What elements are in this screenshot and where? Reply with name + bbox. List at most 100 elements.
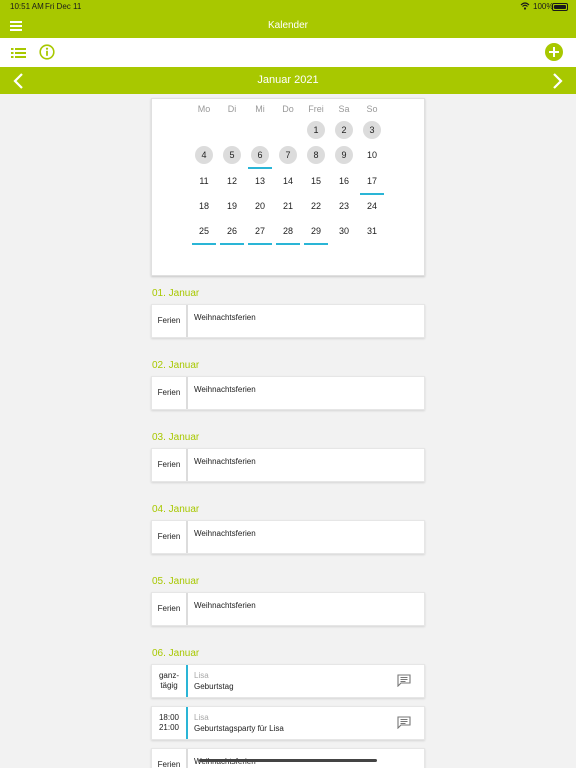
calendar-day[interactable]: 27 [248,222,272,245]
calendar-day[interactable]: 9 [335,146,353,164]
event-card[interactable]: Ferien Weihnachtsferien [151,304,425,338]
calendar-day-number: 26 [226,226,237,236]
calendar-day[interactable]: 12 [223,172,241,190]
event-time: Ferien [152,521,186,553]
calendar-day[interactable]: 26 [220,222,244,245]
calendar-day[interactable]: 2 [335,121,353,139]
calendar-day-number: 1 [313,125,319,135]
calendar-day-number: 12 [226,176,237,186]
calendar-day-number: 10 [366,150,377,160]
event-time-label: Ferien [157,532,181,541]
status-time: 10:51 AM [10,2,44,11]
status-date: Fri Dec 11 [45,2,82,11]
event-color-bar [186,593,188,625]
event-time-line: 21:00 [158,723,180,732]
add-event-icon[interactable] [545,43,563,61]
calendar-day[interactable]: 8 [307,146,325,164]
calendar-day[interactable]: 6 [248,146,272,169]
calendar-day[interactable]: 23 [335,197,353,215]
event-card[interactable]: FerienWeihnachtsferien [151,748,425,768]
event-time-line: 18:00 [158,713,180,722]
calendar-day[interactable]: 3 [363,121,381,139]
calendar-day-number: 25 [198,226,209,236]
calendar-day-number: 29 [310,226,321,236]
event-color-bar [186,665,188,697]
calendar-day[interactable]: 21 [279,197,297,215]
calendar-day[interactable]: 24 [363,197,381,215]
event-title: Weihnachtsferien [194,457,256,466]
calendar-day[interactable]: 4 [195,146,213,164]
calendar-day[interactable]: 5 [223,146,241,164]
event-card[interactable]: Ferien Weihnachtsferien [151,592,425,626]
event-time-label: Ferien [157,760,181,768]
calendar-day[interactable]: 20 [251,197,269,215]
calendar-day-number: 21 [282,201,293,211]
calendar-day[interactable]: 10 [363,146,381,164]
calendar-day[interactable]: 14 [279,172,297,190]
event-card[interactable]: Ferien Weihnachtsferien [151,448,425,482]
status-bar: 10:51 AM Fri Dec 11 100% [0,0,576,14]
event-title: Weihnachtsferien [194,385,256,394]
event-time-line: tägig [160,681,178,690]
event-color-bar [186,749,188,768]
event-time: Ferien [152,593,186,625]
calendar-day[interactable]: 29 [304,222,328,245]
event-color-bar [186,707,188,739]
event-time-label: Ferien [157,460,181,469]
chevron-right-icon[interactable] [550,73,564,89]
event-color-bar [186,521,188,553]
calendar-day-number: 4 [201,150,207,160]
calendar-day[interactable]: 31 [363,222,381,240]
event-indicator [192,243,216,245]
comment-icon[interactable] [397,674,411,687]
calendar-day[interactable]: 16 [335,172,353,190]
calendar-day-number: 6 [257,150,263,160]
event-title: Weihnachtsferien [194,601,256,610]
event-card[interactable]: Ferien Weihnachtsferien [151,376,425,410]
event-indicator [276,243,300,245]
event-time: Ferien [152,449,186,481]
calendar-day-number: 19 [226,201,237,211]
calendar-day[interactable]: 17 [360,172,384,195]
month-calendar: Mo Di Mi Do Frei Sa So 1 2 3 4 5 6 7 8 9 10 11 12 13 14 15 16 1… [151,98,425,276]
event-time-label: Ferien [157,316,181,325]
weekday-header: Frei [308,104,324,114]
agenda-date-heading: 06. Januar [152,648,200,659]
calendar-day[interactable]: 18 [195,197,213,215]
list-icon[interactable] [11,46,27,60]
calendar-day-number: 20 [254,201,265,211]
comment-icon[interactable] [397,716,411,729]
event-title: Weihnachtsferien [194,313,256,322]
battery-percent: 100% [533,2,554,11]
month-label: Januar 2021 [257,74,319,86]
calendar-day[interactable]: 30 [335,222,353,240]
event-color-bar [186,377,188,409]
calendar-day[interactable]: 15 [307,172,325,190]
calendar-day[interactable]: 7 [279,146,297,164]
event-card[interactable]: FerienWeihnachtsferien [151,520,425,554]
weekday-header: Do [282,104,294,114]
event-card[interactable]: ganz-tägig Lisa Geburtstag [151,664,425,698]
weekday-header: Di [227,104,237,114]
event-time: Ferien [152,377,186,409]
calendar-day[interactable]: 13 [251,172,269,190]
calendar-day[interactable]: 11 [195,172,213,190]
calendar-day[interactable]: 28 [276,222,300,245]
info-icon[interactable] [39,44,55,60]
calendar-day[interactable]: 25 [192,222,216,245]
calendar-day[interactable]: 22 [307,197,325,215]
page-title: Kalender [267,20,309,31]
event-indicator [304,243,328,245]
calendar-day-number: 24 [366,201,377,211]
event-time-label: Ferien [157,604,181,613]
calendar-day-number: 17 [366,176,377,186]
event-title: Geburtstag [194,682,234,691]
agenda-date-heading: 04. Januar [152,504,200,515]
calendar-day[interactable]: 1 [307,121,325,139]
event-card[interactable]: 18:00 21:00 Lisa Geburtstagsparty für Lisa [151,706,425,740]
battery-icon [552,3,568,11]
weekday-header: Sa [338,104,350,114]
calendar-day[interactable]: 19 [223,197,241,215]
calendar-day-number: 30 [338,226,349,236]
home-indicator [199,759,377,762]
